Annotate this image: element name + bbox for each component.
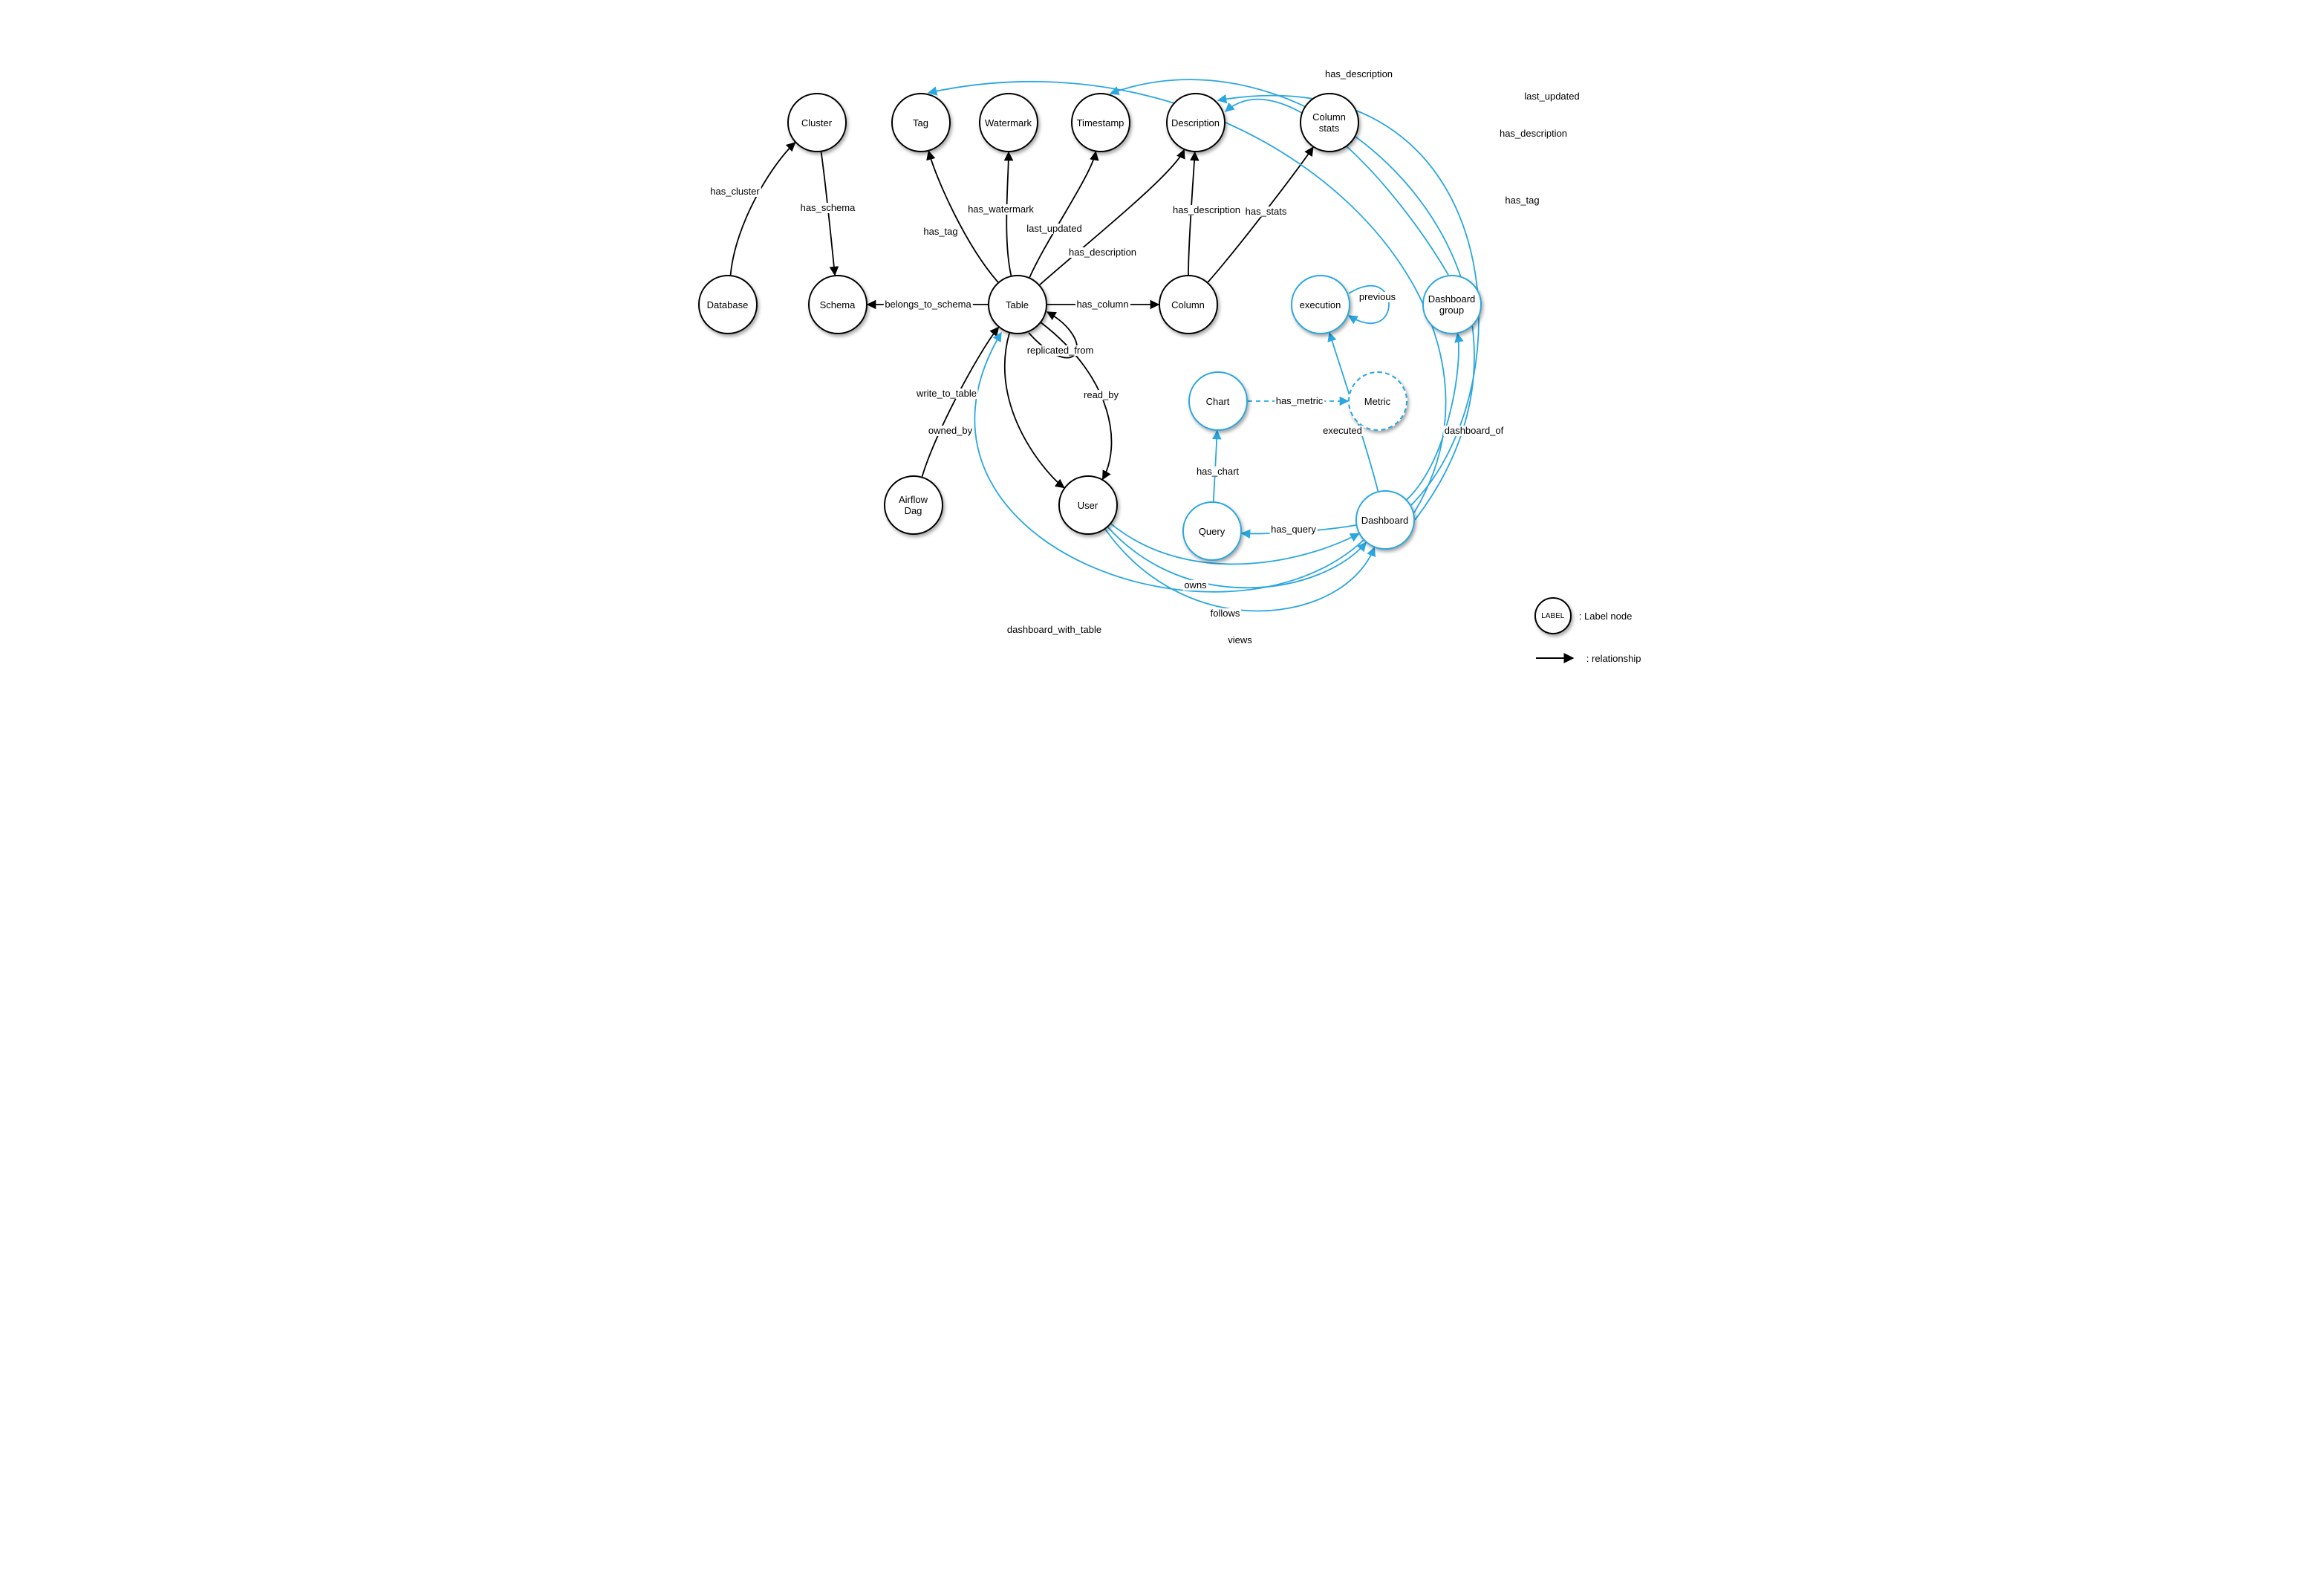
diagram-canvas: Cluster Tag Watermark Timestamp Description C… (654, 0, 1671, 688)
edge-label-has_column: has_column (1075, 299, 1130, 310)
edge-label-replicated_from: replicated_from (1026, 345, 1096, 356)
legend-node-text: : Label node (1579, 611, 1633, 622)
node-dashboard: Dashboard (1355, 490, 1415, 550)
legend-node-label: LABEL (1541, 612, 1564, 620)
edge-label-previous: previous (1358, 292, 1397, 302)
edge-has_cluster (730, 143, 795, 275)
node-cluster: Cluster (787, 93, 847, 152)
legend-node-row: LABEL : Label node (1534, 597, 1641, 634)
edge-label-views: views (1226, 635, 1254, 645)
edge-label-has_description_t: has_description (1067, 247, 1138, 258)
node-database: Database (698, 275, 758, 334)
edge-label-has_schema: has_schema (799, 203, 857, 213)
edge-label-owns: owns (1182, 580, 1208, 591)
edge-label-has_chart: has_chart (1195, 466, 1240, 477)
legend-arrow-row: : relationship (1534, 651, 1641, 666)
edge-label-has_description_d: has_description (1498, 129, 1569, 139)
node-metric: Metric (1348, 371, 1407, 431)
node-query: Query (1182, 501, 1242, 561)
legend-arrow-text: : relationship (1586, 653, 1641, 664)
node-schema: Schema (808, 275, 868, 334)
edge-label-has_query: has_query (1269, 524, 1318, 535)
node-watermark: Watermark (979, 93, 1038, 152)
edge-dashboard_with_table (974, 333, 1363, 592)
edge-label-read_by: read_by (1082, 390, 1120, 400)
edge-label-has_cluster: has_cluster (709, 186, 761, 197)
edge-last_updated (1029, 152, 1096, 277)
edge-label-dashboard_with_table: dashboard_with_table (1006, 625, 1103, 635)
edge-has_description_t (1039, 150, 1183, 285)
edge-write_to_table (922, 328, 998, 477)
edge-owned_by (1004, 333, 1064, 487)
edge-label-has_description_dg: has_description (1324, 69, 1394, 79)
edge-label-follows: follows (1209, 608, 1242, 619)
node-airflow_dag: AirflowDag (884, 475, 943, 535)
edge-label-write_to_table: write_to_table (915, 388, 978, 399)
edge-has_schema (821, 152, 834, 276)
edge-label-has_tag: has_tag (922, 227, 959, 237)
edge-label-belongs_to_schema: belongs_to_schema (883, 299, 972, 310)
node-dashboard_group: Dashboardgroup (1422, 275, 1482, 334)
edge-label-has_description_c: has_description (1171, 205, 1242, 215)
edge-label-has_stats: has_stats (1244, 206, 1289, 217)
node-chart: Chart (1188, 371, 1248, 431)
edge-label-last_updated: last_updated (1025, 224, 1083, 234)
legend: LABEL : Label node : relationship (1534, 597, 1641, 666)
node-column_stats: Columnstats (1300, 93, 1359, 152)
edge-label-dashboard_of: dashboard_of (1443, 426, 1506, 436)
edge-label-has_metric: has_metric (1275, 396, 1325, 406)
legend-node-icon: LABEL (1534, 597, 1572, 634)
edge-label-last_updated_d: last_updated (1523, 91, 1581, 102)
node-table: Table (988, 275, 1047, 334)
node-timestamp: Timestamp (1071, 93, 1130, 152)
node-user: User (1058, 475, 1118, 535)
edge-label-has_watermark: has_watermark (966, 204, 1035, 215)
node-execution: execution (1291, 275, 1350, 334)
node-column: Column (1159, 275, 1218, 334)
node-description: Description (1166, 93, 1226, 152)
edge-label-owned_by: owned_by (927, 426, 974, 436)
edge-has_tag (928, 152, 997, 282)
edge-label-has_tag_d: has_tag (1503, 195, 1540, 206)
legend-arrow-icon (1534, 651, 1579, 666)
node-tag: Tag (891, 93, 951, 152)
edge-label-executed: executed (1321, 426, 1364, 436)
